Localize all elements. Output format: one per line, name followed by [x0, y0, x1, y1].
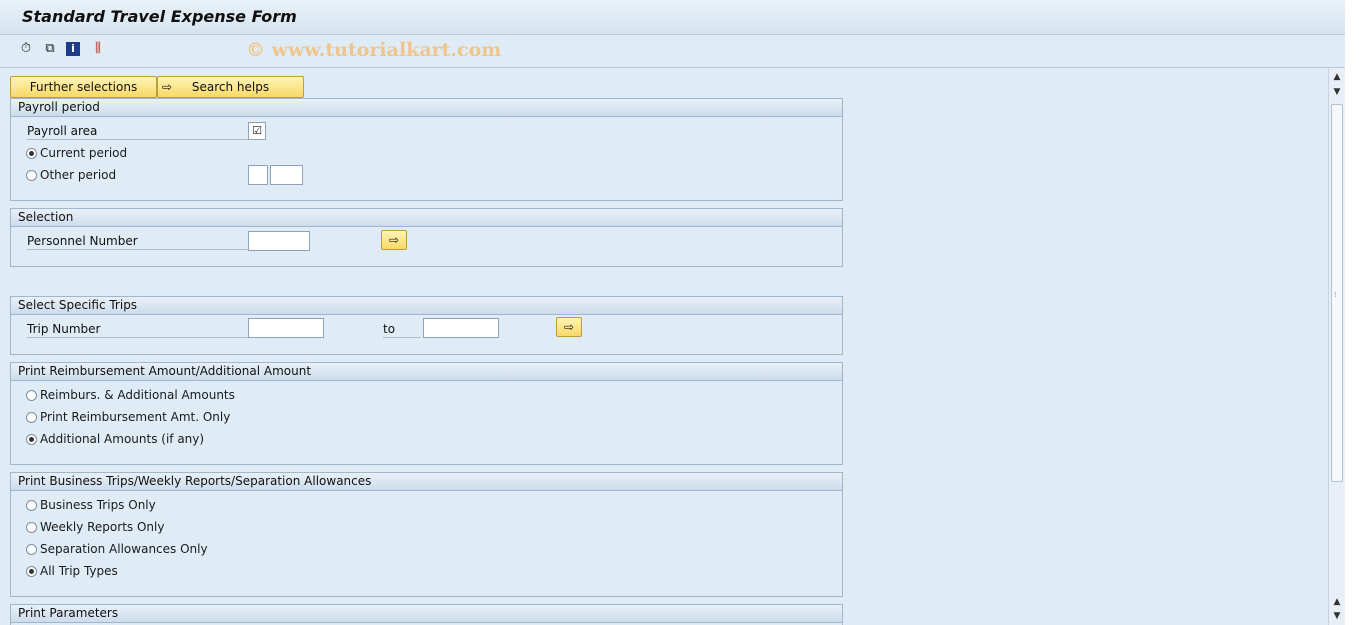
search-helps-button[interactable]: ⇨ Search helps	[157, 76, 304, 98]
further-selections-button[interactable]: Further selections	[10, 76, 157, 98]
specific-trips-group: Select Specific Trips Trip Number to ⇨	[10, 296, 843, 355]
group-header: Print Reimbursement Amount/Additional Am…	[11, 363, 842, 381]
trip-number-label: Trip Number	[27, 321, 248, 338]
application-toolbar: ⏱ ⧉ i ⫼ © www.tutorialkart.com	[0, 35, 1345, 68]
trip-type-radio[interactable]: All Trip Types	[26, 563, 118, 579]
radio-button	[26, 411, 37, 423]
group-header: Select Specific Trips	[11, 297, 842, 315]
scroll-up-page-icon[interactable]: ▼	[1331, 86, 1343, 98]
scroll-thumb[interactable]: ⁞	[1331, 104, 1343, 482]
radio-label: Weekly Reports Only	[40, 520, 165, 534]
radio-label: All Trip Types	[40, 564, 118, 578]
radio-button	[26, 565, 37, 577]
group-header: Print Parameters	[11, 605, 842, 623]
selection-group: Selection Personnel Number ⇨	[10, 208, 843, 267]
radio-button	[26, 499, 37, 511]
arrow-right-icon: ⇨	[162, 80, 173, 94]
scroll-down-page-icon[interactable]: ▲	[1331, 596, 1343, 608]
trip-type-radio[interactable]: Business Trips Only	[26, 497, 156, 513]
search-helps-label: Search helps	[191, 80, 270, 94]
info-icon[interactable]: i	[66, 42, 80, 56]
group-header: Payroll period	[11, 99, 842, 117]
trip-number-from-input[interactable]	[248, 318, 324, 338]
trip-type-radio[interactable]: Separation Allowances Only	[26, 541, 208, 557]
trip-type-radio[interactable]: Weekly Reports Only	[26, 519, 164, 535]
personnel-number-label: Personnel Number	[27, 233, 248, 250]
radio-label: Current period	[40, 146, 128, 160]
current-period-radio[interactable]: Current period	[26, 145, 127, 161]
payroll-period-group: Payroll period Payroll area ☑ Current pe…	[10, 98, 843, 201]
multiple-selection-button[interactable]: ⇨	[556, 317, 582, 337]
business-trips-group: Print Business Trips/Weekly Reports/Sepa…	[10, 472, 843, 597]
radio-button	[26, 147, 37, 159]
radio-button	[26, 433, 37, 445]
personnel-number-input[interactable]	[248, 231, 310, 251]
title-bar: Standard Travel Expense Form	[0, 0, 1345, 35]
trip-number-to-input[interactable]	[423, 318, 499, 338]
radio-label: Reimburs. & Additional Amounts	[40, 388, 235, 402]
other-period-radio[interactable]: Other period	[26, 167, 116, 183]
selection-screen: Further selections ⇨ Search helps Payrol…	[0, 68, 1328, 625]
radio-button	[26, 169, 37, 181]
reimbursement-group: Print Reimbursement Amount/Additional Am…	[10, 362, 843, 465]
window-edge	[1345, 0, 1359, 625]
radio-button	[26, 543, 37, 555]
scroll-down-icon[interactable]: ▼	[1331, 610, 1343, 622]
group-header: Print Business Trips/Weekly Reports/Sepa…	[11, 473, 842, 491]
selection-options-icon[interactable]: ⫼	[90, 41, 106, 57]
save-variant-icon[interactable]: ⧉	[42, 41, 58, 57]
watermark-text: © www.tutorialkart.com	[246, 39, 502, 61]
reimbursement-radio[interactable]: Print Reimbursement Amt. Only	[26, 409, 230, 425]
scroll-up-icon[interactable]: ▲	[1331, 71, 1343, 83]
reimbursement-radio[interactable]: Additional Amounts (if any)	[26, 431, 204, 447]
radio-label: Other period	[40, 168, 117, 182]
year-input[interactable]	[270, 165, 303, 185]
grip-icon: ⁞	[1334, 290, 1337, 299]
radio-label: Business Trips Only	[40, 498, 156, 512]
multiple-selection-button[interactable]: ⇨	[381, 230, 407, 250]
page-title: Standard Travel Expense Form	[22, 7, 297, 26]
radio-label: Additional Amounts (if any)	[40, 432, 205, 446]
payroll-area-label: Payroll area	[27, 123, 248, 140]
reimbursement-radio[interactable]: Reimburs. & Additional Amounts	[26, 387, 235, 403]
radio-button	[26, 521, 37, 533]
to-label: to	[383, 321, 421, 338]
payroll-area-checkbox[interactable]: ☑	[248, 122, 266, 140]
radio-label: Print Reimbursement Amt. Only	[40, 410, 231, 424]
radio-button	[26, 389, 37, 401]
radio-label: Separation Allowances Only	[40, 542, 208, 556]
print-parameters-group: Print Parameters	[10, 604, 843, 625]
period-input[interactable]	[248, 165, 268, 185]
group-header: Selection	[11, 209, 842, 227]
vertical-scrollbar[interactable]: ▲ ▼ ⁞ ▲ ▼	[1328, 68, 1345, 625]
execute-icon[interactable]: ⏱	[18, 41, 34, 57]
